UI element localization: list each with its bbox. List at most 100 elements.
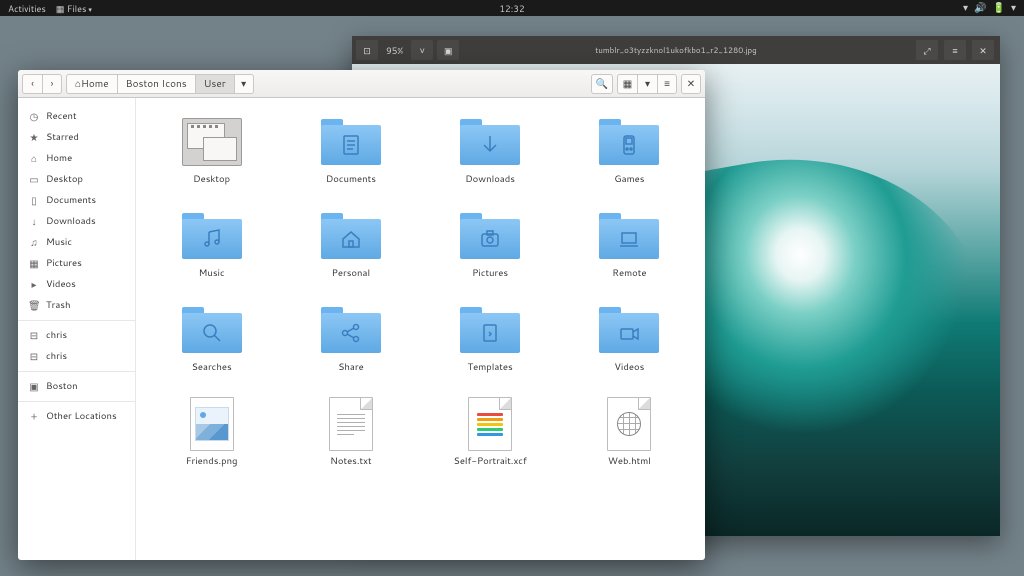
sidebar: ◷ Recent ★ Starred ⌂Home ▭Desktop ▯Documen… [18, 98, 136, 560]
grid-item-label: Videos [614, 361, 644, 374]
grid-item-friends-png[interactable]: Friends.png [144, 392, 279, 484]
documents-icon: ▯ [28, 194, 40, 208]
grid-item-games[interactable]: Games [562, 110, 697, 202]
app-menu[interactable]: ▦ Files [56, 2, 92, 15]
sidebar-item-label: Music [46, 236, 72, 249]
grid-item-share[interactable]: Share [283, 298, 418, 390]
grid-item-label: Searches [192, 361, 232, 374]
pictures-icon: ▦ [28, 257, 40, 271]
grid-item-documents[interactable]: Documents [283, 110, 418, 202]
personal-folder-icon [321, 213, 381, 259]
path-dropdown[interactable]: ▾ [234, 74, 254, 94]
pictures-folder-icon [460, 213, 520, 259]
sidebar-item-label: Home [46, 152, 72, 165]
games-folder-icon [599, 119, 659, 165]
back-button[interactable]: ‹ [22, 74, 42, 94]
sidebar-item-other-locations[interactable]: +Other Locations [18, 406, 135, 427]
hamburger-menu-button[interactable]: ≡ [944, 40, 966, 60]
sidebar-item-label: Pictures [46, 257, 82, 270]
grid-item-web-html[interactable]: Web.html [562, 392, 697, 484]
grid-item-label: Web.html [608, 455, 651, 468]
close-button[interactable]: ✕ [972, 40, 994, 60]
grid-item-downloads[interactable]: Downloads [423, 110, 558, 202]
grid-item-label: Notes.txt [330, 455, 371, 468]
volume-icon[interactable]: 🔊 [974, 1, 986, 15]
grid-item-label: Templates [468, 361, 513, 374]
clock[interactable]: 12:32 [499, 2, 524, 15]
system-menu-chevron-icon[interactable]: ▾ [1011, 1, 1016, 15]
videos-folder-icon [599, 307, 659, 353]
forward-button[interactable]: › [42, 74, 62, 94]
drive-icon: ⊟ [28, 329, 40, 343]
sidebar-item-music[interactable]: ♫Music [18, 232, 135, 253]
sidebar-item-downloads[interactable]: ↓Downloads [18, 211, 135, 232]
grid-item-templates[interactable]: Templates [423, 298, 558, 390]
network-icon[interactable]: ▾ [963, 1, 968, 15]
sidebar-item-boston[interactable]: ▣Boston [18, 376, 135, 397]
grid-item-label: Remote [612, 267, 646, 280]
sidebar-item-starred[interactable]: ★ Starred [18, 127, 135, 148]
sidebar-item-recent[interactable]: ◷ Recent [18, 106, 135, 127]
activities-button[interactable]: Activities [8, 2, 46, 15]
grid-item-videos[interactable]: Videos [562, 298, 697, 390]
image-viewer-headerbar: ⊡ 95% ˅ ▣ tumblr_o3tyzzknol1ukofkbo1_r2_… [352, 36, 1000, 64]
grid-item-label: Documents [326, 173, 376, 186]
grid-item-label: Self-Portrait.xcf [454, 455, 527, 468]
grid-item-selfportrait-xcf[interactable]: Self-Portrait.xcf [423, 392, 558, 484]
fullscreen-button[interactable]: ⤢ [916, 40, 938, 60]
grid-item-label: Share [338, 361, 364, 374]
grid-item-remote[interactable]: Remote [562, 204, 697, 296]
zoom-dropdown-button[interactable]: ˅ [411, 40, 433, 60]
path-boston-icons[interactable]: Boston Icons [117, 74, 195, 94]
sidebar-item-documents[interactable]: ▯Documents [18, 190, 135, 211]
sidebar-item-label: Downloads [46, 215, 96, 228]
grid-item-label: Pictures [472, 267, 508, 280]
icon-view-button[interactable]: ▦ [617, 74, 637, 94]
icon-view-options-button[interactable]: ▾ [637, 74, 657, 94]
grid-item-label: Downloads [465, 173, 515, 186]
close-files-button[interactable]: ✕ [681, 74, 701, 94]
sidebar-item-label: Videos [46, 278, 76, 291]
grid-item-pictures[interactable]: Pictures [423, 204, 558, 296]
path-home[interactable]: ⌂ Home [66, 74, 117, 94]
templates-folder-icon [460, 307, 520, 353]
desktop-icon: ▭ [28, 173, 40, 187]
fullscreen-toggle-button[interactable]: ▣ [437, 40, 459, 60]
grid-item-label: Friends.png [186, 455, 238, 468]
search-button[interactable]: 🔍 [591, 74, 613, 94]
files-window: ‹ › ⌂ Home Boston Icons User ▾ 🔍 ▦ ▾ ≡ ✕… [18, 70, 705, 560]
list-view-button[interactable]: ≡ [657, 74, 677, 94]
sidebar-item-label: Starred [46, 131, 79, 144]
sidebar-item-label: chris [46, 329, 67, 342]
sidebar-item-label: Recent [46, 110, 77, 123]
zoom-reset-button[interactable]: ⊡ [356, 40, 378, 60]
clock-icon: ◷ [28, 110, 40, 124]
sidebar-item-videos[interactable]: ▸Videos [18, 274, 135, 295]
desktop-folder-icon [182, 118, 242, 166]
text-file-icon [329, 397, 373, 451]
grid-item-personal[interactable]: Personal [283, 204, 418, 296]
html-file-icon [607, 397, 651, 451]
star-icon: ★ [28, 131, 40, 145]
sidebar-item-trash[interactable]: 🗑Trash [18, 295, 135, 316]
image-file-icon [190, 397, 234, 451]
xcf-file-icon [468, 397, 512, 451]
zoom-level: 95% [386, 44, 403, 57]
image-viewer-title: tumblr_o3tyzzknol1ukofkbo1_r2_1280.jpg [595, 44, 756, 56]
sidebar-item-home[interactable]: ⌂Home [18, 148, 135, 169]
searches-folder-icon [182, 307, 242, 353]
trash-icon: 🗑 [28, 299, 40, 313]
files-headerbar: ‹ › ⌂ Home Boston Icons User ▾ 🔍 ▦ ▾ ≡ ✕ [18, 70, 705, 98]
sidebar-item-chris2[interactable]: ⊟chris [18, 346, 135, 367]
grid-item-music[interactable]: Music [144, 204, 279, 296]
battery-icon[interactable]: 🔋 [993, 1, 1005, 15]
sidebar-item-label: Boston [46, 380, 78, 393]
grid-item-desktop[interactable]: Desktop [144, 110, 279, 202]
sidebar-item-desktop[interactable]: ▭Desktop [18, 169, 135, 190]
path-user[interactable]: User [195, 74, 234, 94]
sidebar-item-pictures[interactable]: ▦ Pictures [18, 253, 135, 274]
grid-item-notes-txt[interactable]: Notes.txt [283, 392, 418, 484]
sidebar-item-chris1[interactable]: ⊟ chris [18, 325, 135, 346]
music-folder-icon [182, 213, 242, 259]
grid-item-searches[interactable]: Searches [144, 298, 279, 390]
